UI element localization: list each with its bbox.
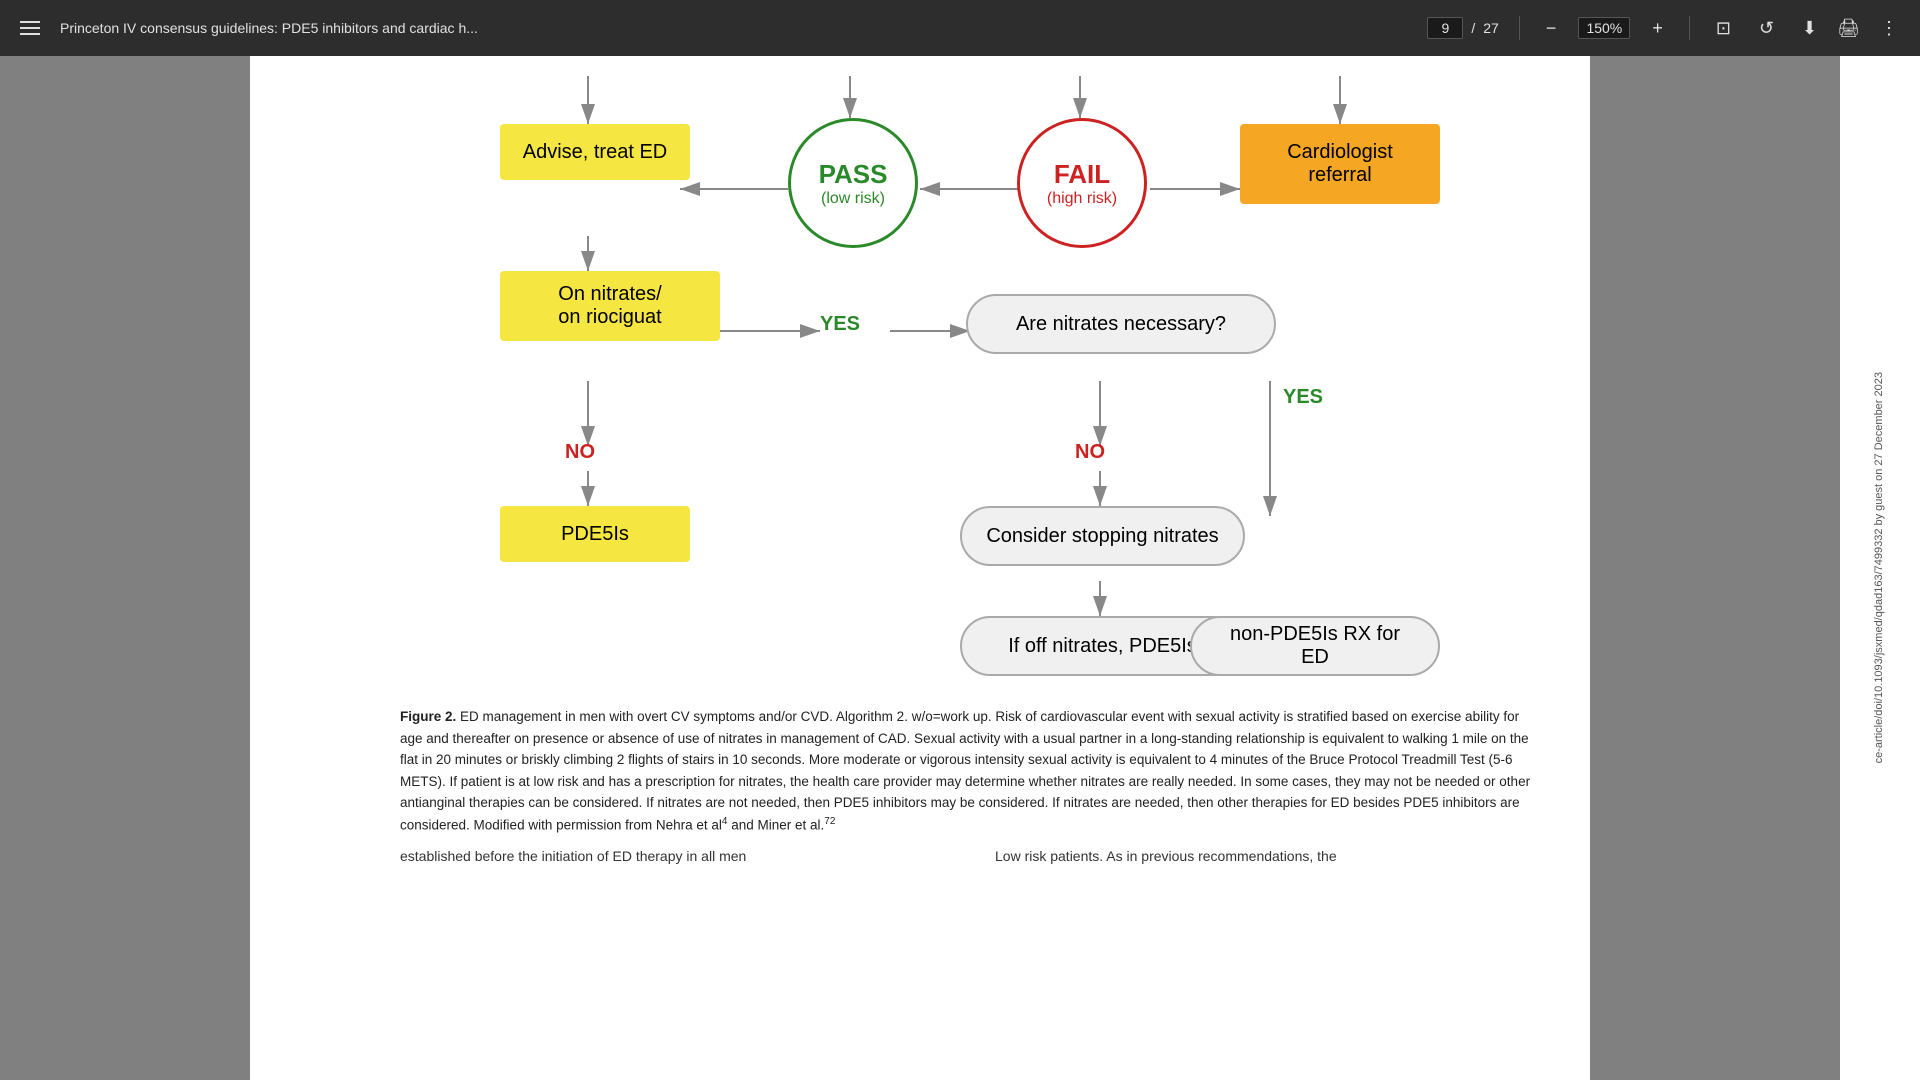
page-info: / 27 — [1427, 17, 1498, 39]
zoom-in-button[interactable]: + — [1646, 14, 1669, 43]
node-are-nitrates-necessary: Are nitrates necessary? — [966, 294, 1276, 354]
right-sidebar: ce-article/doi/10.1093/jsxmed/qdad163/74… — [1840, 56, 1920, 1080]
fail-circle: FAIL (high risk) — [1017, 118, 1147, 248]
node-on-nitrates: On nitrates/ on riociguat — [500, 271, 720, 341]
print-button[interactable]: 🖨 — [1831, 14, 1866, 43]
figure-label: Figure 2. — [400, 709, 456, 724]
figure-text: ED management in men with overt CV sympt… — [400, 709, 1530, 832]
page-number-input[interactable] — [1427, 17, 1463, 39]
ref-2: 72 — [824, 816, 835, 827]
more-options-button[interactable]: ⋮ — [1874, 14, 1904, 43]
toolbar: Princeton IV consensus guidelines: PDE5 … — [0, 0, 1920, 56]
rotate-button[interactable]: ↺ — [1753, 14, 1780, 43]
zoom-out-button[interactable]: − — [1540, 14, 1563, 43]
pdf-viewer: Advise, treat ED PASS (low risk) FAIL (h… — [0, 56, 1840, 1080]
node-pde5is: PDE5Is — [500, 506, 690, 562]
figure-text-2: and Miner et al. — [727, 817, 824, 832]
page-total: 27 — [1483, 20, 1499, 36]
bottom-text: established before the initiation of ED … — [400, 848, 1550, 870]
pass-circle: PASS (low risk) — [788, 118, 918, 248]
document-title: Princeton IV consensus guidelines: PDE5 … — [60, 20, 1411, 36]
divider-2 — [1689, 16, 1690, 40]
node-advise-treat-ed: Advise, treat ED — [500, 124, 690, 180]
no-label-2: NO — [1075, 441, 1105, 464]
node-non-pde5is: non-PDE5Is RX for ED — [1190, 616, 1440, 676]
download-button[interactable]: ⬇ — [1796, 14, 1823, 43]
yes-label-2: YES — [1283, 386, 1323, 409]
node-cardiologist-referral: Cardiologist referral — [1240, 124, 1440, 204]
yes-label-1: YES — [820, 313, 860, 336]
page-separator: / — [1471, 20, 1475, 36]
bottom-text-left: established before the initiation of ED … — [400, 848, 955, 870]
node-pass: PASS (low risk) — [788, 118, 918, 248]
sidebar-url-text: ce-article/doi/10.1093/jsxmed/qdad163/74… — [1867, 362, 1892, 773]
fit-page-button[interactable]: ⊡ — [1710, 14, 1737, 43]
flowchart: Advise, treat ED PASS (low risk) FAIL (h… — [400, 76, 1550, 696]
main-area: Advise, treat ED PASS (low risk) FAIL (h… — [0, 56, 1920, 1080]
divider-1 — [1519, 16, 1520, 40]
pdf-page: Advise, treat ED PASS (low risk) FAIL (h… — [250, 56, 1590, 1080]
bottom-text-right: Low risk patients. As in previous recomm… — [995, 848, 1550, 870]
no-label-1: NO — [565, 441, 595, 464]
node-consider-stopping-nitrates: Consider stopping nitrates — [960, 506, 1245, 566]
toolbar-right-actions: ⬇ 🖨 ⋮ — [1796, 14, 1904, 43]
zoom-input[interactable] — [1578, 17, 1630, 39]
menu-button[interactable] — [16, 17, 44, 39]
figure-caption: Figure 2. ED management in men with over… — [400, 706, 1550, 836]
node-fail: FAIL (high risk) — [1017, 118, 1147, 248]
